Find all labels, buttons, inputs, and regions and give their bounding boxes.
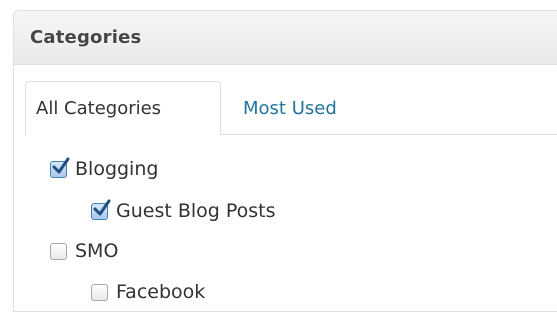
check-icon bbox=[52, 157, 70, 173]
panel-header[interactable]: Categories bbox=[14, 11, 557, 65]
category-checkbox-facebook[interactable] bbox=[91, 283, 108, 301]
category-item-facebook[interactable]: Facebook bbox=[91, 281, 205, 303]
tab-most-used[interactable]: Most Used bbox=[243, 81, 337, 135]
category-label-smo: SMO bbox=[75, 240, 119, 262]
category-checkbox-guest-blog-posts[interactable] bbox=[91, 199, 111, 220]
category-tabs: All Categories Most Used bbox=[25, 81, 557, 136]
category-label-blogging: Blogging bbox=[75, 158, 159, 180]
tab-all-categories[interactable]: All Categories bbox=[25, 81, 221, 136]
category-item-smo[interactable]: SMO bbox=[50, 240, 118, 262]
category-label-facebook: Facebook bbox=[116, 281, 206, 303]
category-checkbox-blogging[interactable] bbox=[50, 157, 70, 178]
category-item-guest-blog-posts[interactable]: Guest Blog Posts bbox=[91, 199, 276, 222]
panel-title: Categories bbox=[30, 27, 142, 48]
check-icon bbox=[93, 199, 111, 215]
category-label-guest-blog-posts: Guest Blog Posts bbox=[116, 200, 276, 222]
category-item-blogging[interactable]: Blogging bbox=[50, 157, 159, 180]
category-checkbox-smo[interactable] bbox=[50, 242, 67, 260]
